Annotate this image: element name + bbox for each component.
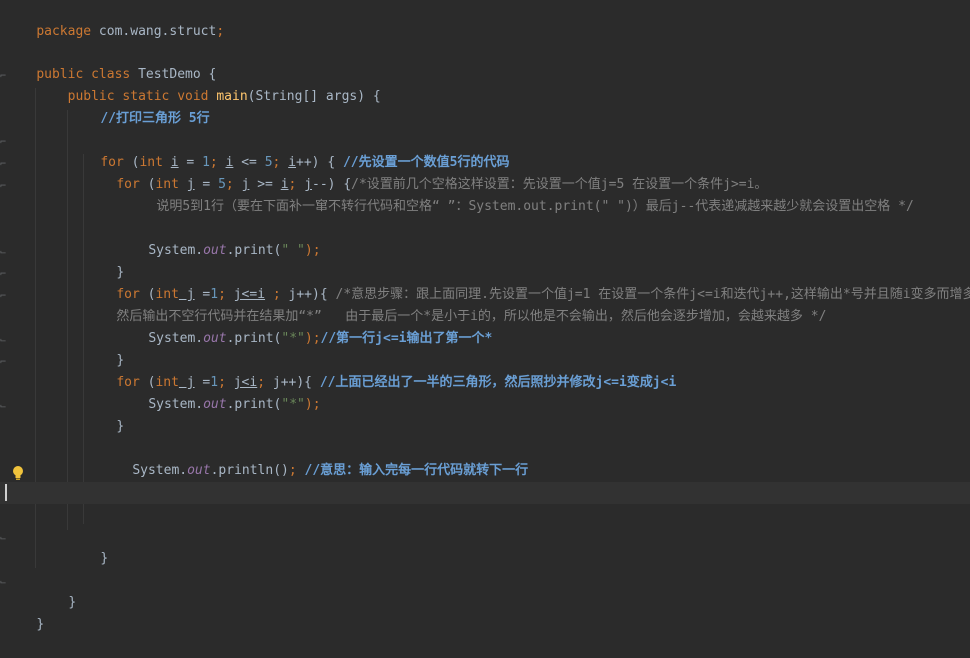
fold-marker-icon[interactable]: ⌐ (0, 154, 8, 176)
code-line[interactable]: } (5, 592, 970, 614)
code-line[interactable]: } (85, 328, 970, 350)
closing-brace: } (100, 551, 108, 566)
code-line[interactable]: for (int j =1; j<=i ; j++){ /*意思步骤：跟上面同理… (85, 262, 970, 284)
fold-marker-icon[interactable]: ⌐ (0, 132, 8, 154)
code-line[interactable]: } (85, 240, 970, 262)
code-line[interactable]: for (int j = 5; j >= i; j--) {/*设置前几个空格这… (85, 152, 970, 174)
code-line[interactable]: System.out.println(); //意思：输入完每一行代码就转下一行 (101, 438, 970, 460)
closing-brace: } (36, 617, 44, 632)
code-line[interactable]: 说明5到1行（要在下面补一窜不转行代码和空格“ ”：System.out.pri… (125, 174, 970, 196)
code-token: System. (132, 463, 187, 478)
fold-marker-icon[interactable]: ⌐ (0, 286, 8, 308)
line-comment: //打印三角形 5行 (100, 111, 209, 126)
fold-marker-icon[interactable]: ⌐ (0, 176, 8, 198)
code-line[interactable]: } (69, 526, 970, 548)
fold-marker-icon[interactable]: ⌙ (0, 242, 8, 264)
closing-brace: } (116, 419, 124, 434)
fold-marker-icon[interactable]: ⌙ (0, 330, 8, 352)
package-name: com.wang.struct (91, 24, 216, 39)
fold-marker-icon[interactable]: ⌙ (0, 396, 8, 418)
code-editor[interactable]: ⌐ ⌐ ⌐ ⌐ ⌙ ⌐ ⌐ ⌙ ⌐ ⌙ ⌙ ⌙ package com.wang… (0, 0, 970, 620)
code-line[interactable]: } (85, 394, 970, 416)
current-line-highlight[interactable] (0, 482, 970, 504)
semicolon: ; (216, 24, 224, 39)
keyword: package (36, 24, 91, 39)
indent-guide (83, 154, 84, 524)
code-line[interactable]: for (int i = 1; i <= 5; i++) { //先设置一个数值… (69, 130, 970, 152)
indent-guide (67, 110, 68, 530)
indent (36, 89, 67, 104)
text-caret-icon (5, 484, 7, 501)
code-token: ; (289, 463, 305, 478)
code-line[interactable]: package com.wang.struct; (5, 0, 970, 21)
block-comment: 说明5到1行（要在下面补一窜不转行代码和空格“ ”：System.out.pri… (156, 199, 913, 214)
code-line[interactable]: System.out.print("*");//第一行j<=i输出了第一个* (117, 306, 970, 328)
code-token: .println() (211, 463, 289, 478)
code-line[interactable]: 然后输出不空行代码并在结果加“*” 由于最后一个*是小于i的，所以他是不会输出，… (85, 284, 970, 306)
intention-bulb-icon[interactable] (11, 465, 25, 481)
code-line[interactable]: public class TestDemo { (5, 42, 970, 64)
fold-marker-icon[interactable]: ⌐ (0, 264, 8, 286)
line-comment: //意思：输入完每一行代码就转下一行 (305, 463, 529, 478)
code-line[interactable]: } (37, 570, 970, 592)
fold-marker-icon[interactable]: ⌙ (0, 572, 8, 594)
code-line[interactable]: public static void main(String[] args) { (5, 64, 970, 86)
code-line[interactable]: for (int j =1; j<i; j++){ //上面已经出了一半的三角形… (85, 350, 970, 372)
fold-marker-icon[interactable]: ⌙ (0, 528, 8, 550)
code-line[interactable]: System.out.print("*"); (117, 372, 970, 394)
static-field: out (187, 463, 210, 478)
code-line[interactable]: System.out.print(" "); (117, 218, 970, 240)
fold-marker-icon[interactable]: ⌐ (0, 352, 8, 374)
code-line[interactable]: //打印三角形 5行 (69, 86, 970, 108)
